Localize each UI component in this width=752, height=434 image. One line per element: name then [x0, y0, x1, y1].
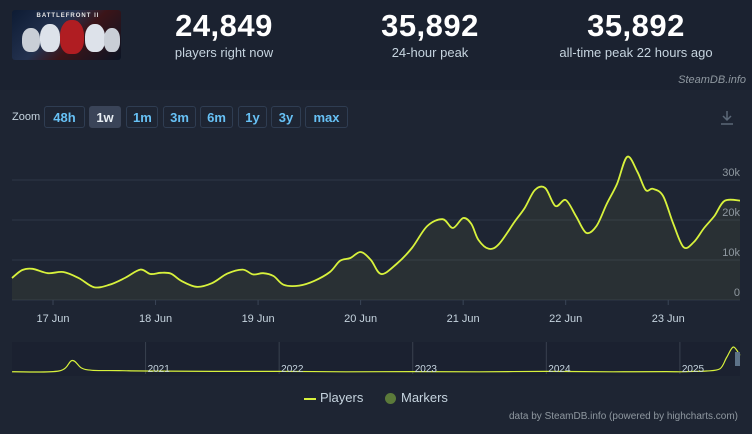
game-thumbnail[interactable]: BATTLEFRONT II — [12, 10, 121, 60]
y-tick-label: 30k — [722, 167, 740, 179]
navigator-year-label: 2021 — [148, 364, 171, 375]
legend-line-icon — [304, 397, 316, 400]
navigator-year-label: 2022 — [281, 364, 304, 375]
x-tick-label: 23 Jun — [652, 313, 685, 325]
trooper-helmet-icon — [85, 24, 105, 52]
navigator-year-label: 2023 — [415, 364, 438, 375]
x-tick-label: 17 Jun — [36, 313, 69, 325]
legend-item-markers[interactable]: Markers — [384, 390, 448, 405]
stat-all-time-peak: 35,892 all-time peak 22 hours ago — [546, 8, 726, 61]
y-tick-label: 20k — [722, 207, 740, 219]
trooper-helmet-icon — [40, 24, 60, 52]
main-chart[interactable]: 0 10k 20k 30k 17 Jun 18 Jun 19 Jun 20 Jun 21 Ju… — [0, 90, 752, 434]
legend-label: Markers — [400, 390, 448, 405]
chart-legend: Players Markers — [304, 390, 448, 405]
y-tick-label: 10k — [722, 247, 740, 259]
navigator-handle[interactable] — [735, 352, 740, 366]
y-tick-label: 0 — [734, 287, 740, 299]
stat-label: 24-hour peak — [391, 45, 469, 60]
legend-dot-icon — [384, 393, 396, 405]
stat-current-players: 24,849 players right now — [149, 8, 299, 61]
players-area-fill — [12, 156, 740, 300]
navigator-year-label: 2025 — [682, 364, 705, 375]
stat-value: 24,849 — [175, 8, 273, 43]
x-tick-label: 20 Jun — [344, 313, 377, 325]
trooper-helmet-icon — [22, 28, 40, 52]
x-tick-label: 21 Jun — [447, 313, 480, 325]
x-tick-label: 19 Jun — [242, 313, 275, 325]
chart-credit[interactable]: data by SteamDB.info (powered by highcha… — [509, 411, 738, 422]
steamdb-credit-link[interactable]: SteamDB.info — [678, 74, 746, 86]
trooper-helmet-icon — [104, 28, 120, 52]
chart-panel: Zoom 48h 1w 1m 3m 6m 1y 3y max 0 10k 20k 30… — [0, 90, 752, 434]
stat-value: 35,892 — [587, 8, 685, 43]
x-axis-ticks: 17 Jun 18 Jun 19 Jun 20 Jun 21 Jun 22 Jun 23 J… — [36, 300, 685, 325]
red-trooper-helmet-icon — [60, 20, 84, 54]
x-tick-label: 18 Jun — [139, 313, 172, 325]
header-stats: BATTLEFRONT II 24,849 players right now … — [0, 0, 752, 72]
navigator-year-label: 2024 — [548, 364, 571, 375]
stat-label: players right now — [174, 45, 274, 60]
legend-label: Players — [320, 390, 364, 405]
navigator[interactable]: 2021 2022 2023 2024 2025 — [11, 342, 741, 376]
stat-value: 35,892 — [381, 8, 479, 43]
stat-label: all-time peak 22 hours ago — [559, 45, 713, 60]
legend-item-players[interactable]: Players — [304, 390, 363, 405]
stat-24h-peak: 35,892 24-hour peak — [355, 8, 505, 61]
x-tick-label: 22 Jun — [549, 313, 582, 325]
game-thumbnail-title: BATTLEFRONT II — [36, 13, 100, 19]
